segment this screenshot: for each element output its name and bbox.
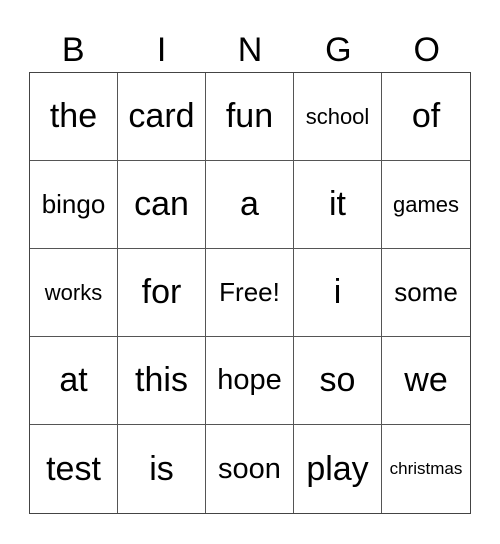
bingo-cell[interactable]: hope [206,337,294,425]
free-space-cell[interactable]: Free! [206,249,294,337]
bingo-cell[interactable]: so [294,337,382,425]
bingo-cell[interactable]: is [118,425,206,513]
bingo-cell[interactable]: a [206,161,294,249]
bingo-cell[interactable]: it [294,161,382,249]
bingo-cell[interactable]: school [294,73,382,161]
bingo-cell[interactable]: christmas [382,425,470,513]
bingo-cell[interactable]: play [294,425,382,513]
bingo-cell[interactable]: bingo [30,161,118,249]
bingo-cell[interactable]: the [30,73,118,161]
bingo-cell[interactable]: of [382,73,470,161]
bingo-cell[interactable]: some [382,249,470,337]
header-letter-g: G [325,31,352,69]
header-letter-i: I [156,31,167,69]
bingo-cell[interactable]: at [30,337,118,425]
header-letter-n: N [237,31,263,69]
bingo-cell[interactable]: this [118,337,206,425]
bingo-cell[interactable]: test [30,425,118,513]
bingo-cell[interactable]: i [294,249,382,337]
bingo-cell[interactable]: we [382,337,470,425]
bingo-cell[interactable]: can [118,161,206,249]
bingo-header: B I N G O [29,28,471,72]
bingo-cell[interactable]: games [382,161,470,249]
bingo-cell[interactable]: works [30,249,118,337]
bingo-grid: the card fun school of bingo can a it ga… [29,72,471,514]
bingo-cell[interactable]: card [118,73,206,161]
bingo-cell[interactable]: for [118,249,206,337]
bingo-cell[interactable]: soon [206,425,294,513]
header-letter-b: B [61,31,85,69]
header-letter-o: O [413,31,440,69]
bingo-cell[interactable]: fun [206,73,294,161]
